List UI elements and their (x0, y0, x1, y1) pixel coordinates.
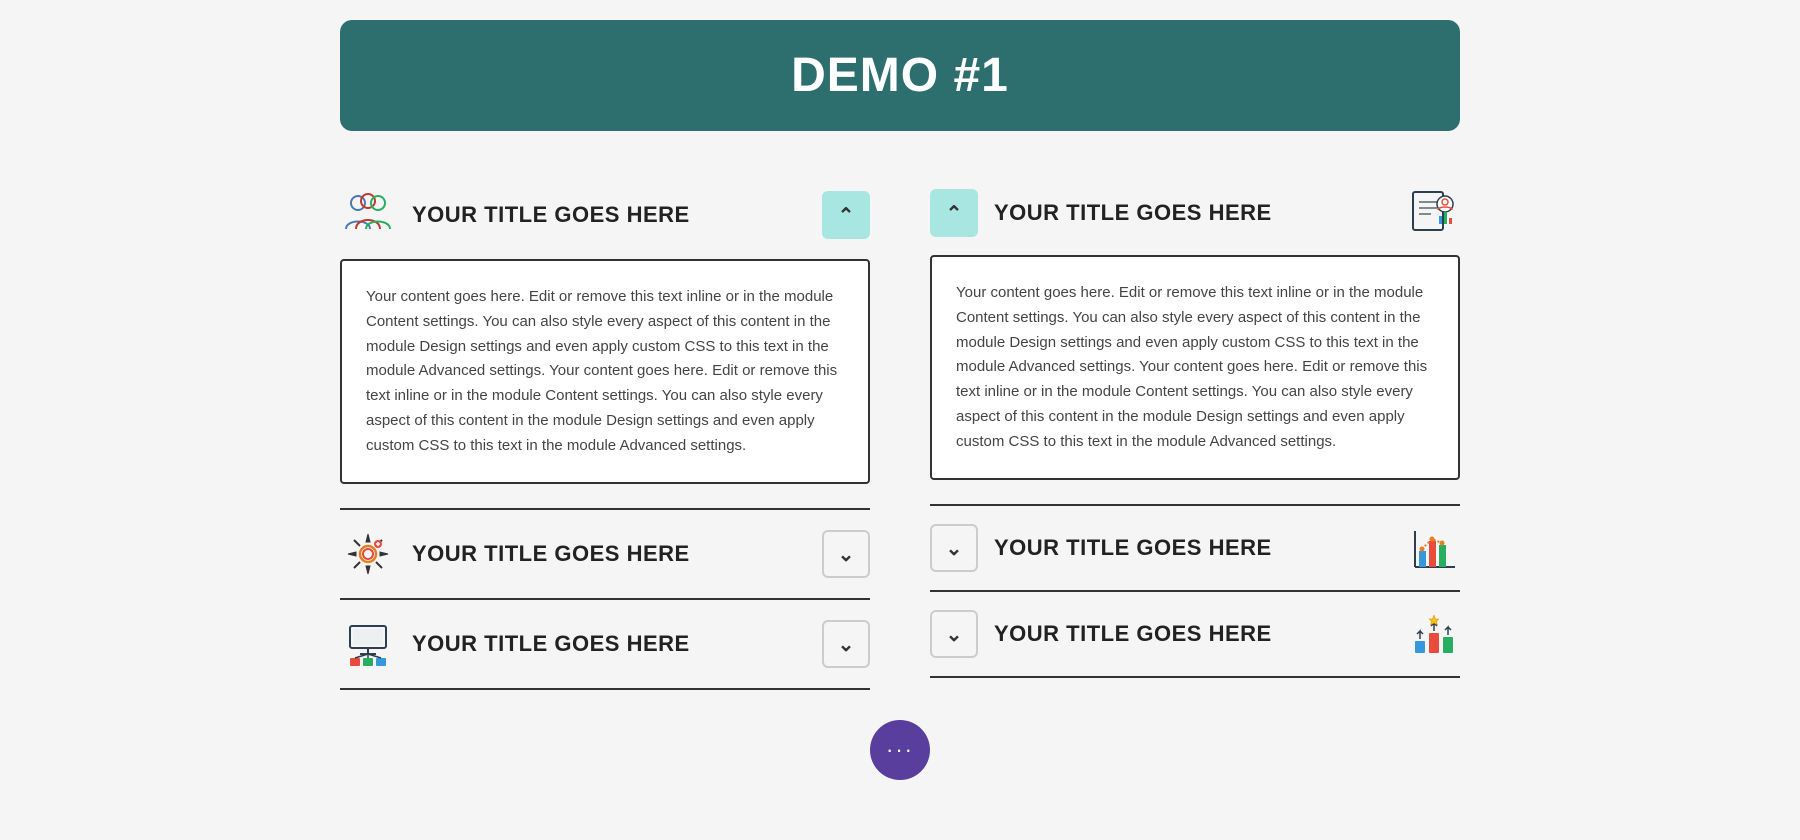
left-chevron-3[interactable]: ⌄ (822, 620, 870, 668)
left-title-3: YOUR TITLE GOES HERE (412, 631, 806, 657)
left-title-1: YOUR TITLE GOES HERE (412, 202, 806, 228)
right-accordion-header-2[interactable]: ⌄ YOUR TITLE GOES HERE (930, 506, 1460, 590)
page-wrapper: DEMO #1 (300, 0, 1500, 790)
left-accordion-2: YOUR TITLE GOES HERE ⌄ (340, 510, 870, 600)
left-accordion-header-1[interactable]: YOUR TITLE GOES HERE ⌃ (340, 171, 870, 259)
chevron-down-icon-3: ⌄ (838, 632, 855, 657)
chevron-down-icon-r2: ⌄ (946, 536, 963, 561)
right-title-1: YOUR TITLE GOES HERE (994, 200, 1392, 226)
right-content-1: Your content goes here. Edit or remove t… (930, 255, 1460, 480)
header-banner: DEMO #1 (340, 20, 1460, 131)
left-content-1: Your content goes here. Edit or remove t… (340, 259, 870, 484)
right-accordion-2: ⌄ YOUR TITLE GOES HERE (930, 506, 1460, 592)
columns-container: YOUR TITLE GOES HERE ⌃ Your content goes… (340, 171, 1460, 690)
chevron-down-icon-r3: ⌄ (946, 622, 963, 647)
people-icon (340, 187, 396, 243)
chevron-up-icon: ⌃ (838, 203, 855, 228)
right-chevron-2[interactable]: ⌄ (930, 524, 978, 572)
chat-bubble[interactable]: ··· (870, 720, 930, 780)
left-chevron-2[interactable]: ⌄ (822, 530, 870, 578)
settings-icon (340, 526, 396, 582)
left-accordion-header-3[interactable]: YOUR TITLE GOES HERE ⌄ (340, 600, 870, 688)
chevron-down-icon: ⌄ (838, 542, 855, 567)
left-accordion-1: YOUR TITLE GOES HERE ⌃ Your content goes… (340, 171, 870, 510)
left-chevron-1[interactable]: ⌃ (822, 191, 870, 239)
left-title-2: YOUR TITLE GOES HERE (412, 541, 806, 567)
right-column: ⌃ YOUR TITLE GOES HERE (930, 171, 1460, 690)
right-title-2: YOUR TITLE GOES HERE (994, 535, 1392, 561)
growth-icon (1408, 608, 1460, 660)
right-accordion-header-3[interactable]: ⌄ YOUR TITLE GOES HERE (930, 592, 1460, 676)
left-column: YOUR TITLE GOES HERE ⌃ Your content goes… (340, 171, 870, 690)
right-title-3: YOUR TITLE GOES HERE (994, 621, 1392, 647)
database-icon (340, 616, 396, 672)
left-accordion-header-2[interactable]: YOUR TITLE GOES HERE ⌄ (340, 510, 870, 598)
right-accordion-header-1[interactable]: ⌃ YOUR TITLE GOES HERE (930, 171, 1460, 255)
right-chevron-1[interactable]: ⌃ (930, 189, 978, 237)
page-title: DEMO #1 (400, 48, 1400, 103)
chevron-up-icon-r1: ⌃ (946, 201, 963, 226)
chart-icon (1408, 522, 1460, 574)
chat-icon: ··· (886, 737, 914, 763)
left-accordion-3: YOUR TITLE GOES HERE ⌄ (340, 600, 870, 690)
right-accordion-3: ⌄ YOUR TITLE GOES HERE (930, 592, 1460, 678)
right-accordion-1: ⌃ YOUR TITLE GOES HERE (930, 171, 1460, 506)
report-icon (1408, 187, 1460, 239)
right-chevron-3[interactable]: ⌄ (930, 610, 978, 658)
